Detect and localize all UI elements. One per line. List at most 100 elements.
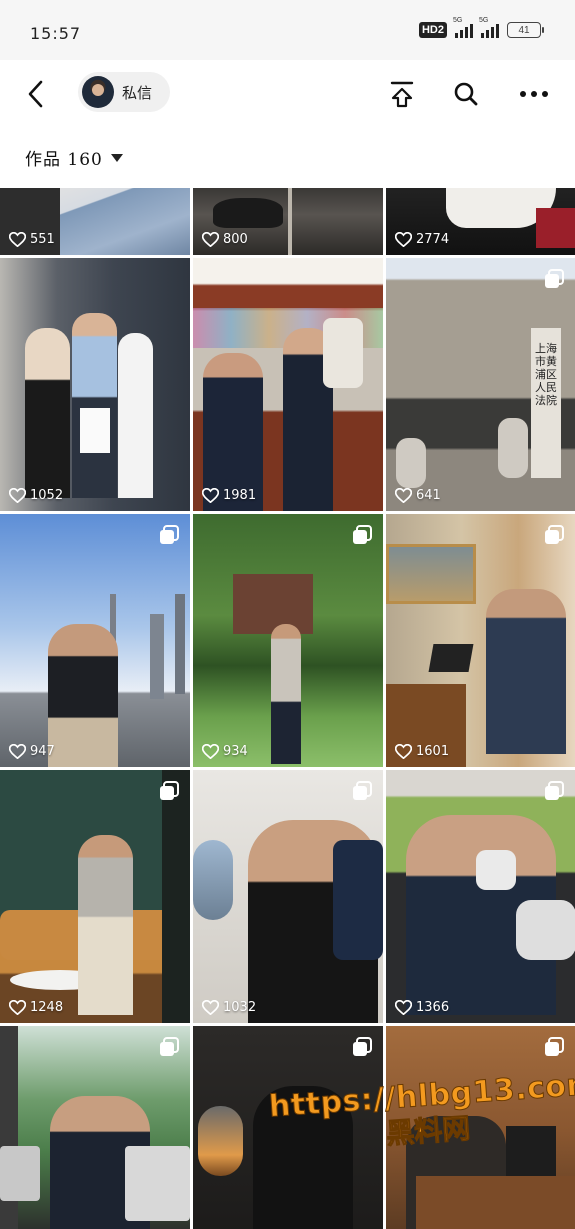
like-count-value: 934 <box>223 744 248 759</box>
more-button[interactable] <box>516 76 552 112</box>
like-count-value: 947 <box>30 744 55 759</box>
like-count-value: 800 <box>223 232 248 247</box>
post-thumbnail <box>416 1176 575 1229</box>
upload-icon <box>390 81 414 108</box>
chevron-left-icon <box>28 80 43 108</box>
post-thumbnail <box>536 208 575 248</box>
share-button[interactable] <box>384 76 420 112</box>
post-thumbnail <box>333 840 383 960</box>
works-sort-dropdown[interactable]: 作品 160 <box>25 145 123 170</box>
post-thumbnail <box>78 835 133 1015</box>
like-count: 641 <box>395 488 441 503</box>
post-thumbnail <box>476 850 516 890</box>
status-icons: HD2 5G 5G 41 <box>418 17 544 38</box>
heart-icon <box>9 1000 26 1015</box>
post-thumbnail <box>396 438 426 488</box>
like-count: 1052 <box>9 488 63 503</box>
caret-down-icon <box>110 153 123 162</box>
like-count-value: 1032 <box>223 1000 257 1015</box>
like-count: 1032 <box>202 1000 256 1015</box>
heart-icon <box>202 488 219 503</box>
post-thumbnail <box>48 624 118 767</box>
like-count-value: 2774 <box>416 232 450 247</box>
post-tile[interactable]: 551 <box>0 188 190 255</box>
multi-image-icon <box>543 524 565 546</box>
post-thumbnail <box>386 544 476 604</box>
multi-image-icon <box>158 780 180 802</box>
post-tile[interactable]: 1032 <box>193 770 383 1023</box>
back-button[interactable] <box>18 76 54 112</box>
heart-icon <box>9 488 26 503</box>
post-tile[interactable]: 1052 <box>0 258 190 511</box>
post-tile[interactable]: 1248 <box>0 770 190 1023</box>
like-count-value: 641 <box>416 488 441 503</box>
post-thumbnail <box>271 624 301 764</box>
post-thumbnail <box>323 318 363 388</box>
post-thumbnail <box>288 188 292 255</box>
post-thumbnail <box>125 1146 190 1221</box>
like-count-value: 1981 <box>223 488 257 503</box>
heart-icon <box>9 744 26 759</box>
post-thumbnail <box>175 594 185 694</box>
post-thumbnail <box>72 313 117 498</box>
post-tile[interactable]: 800 <box>193 188 383 255</box>
like-count-value: 1052 <box>30 488 64 503</box>
post-thumbnail <box>0 1146 40 1201</box>
like-count: 1248 <box>9 1000 63 1015</box>
more-horizontal-icon <box>520 91 548 97</box>
signal-icon: 5G <box>453 17 473 38</box>
works-count: 作品 160 <box>25 150 103 170</box>
private-message-button[interactable]: 私信 <box>78 72 170 112</box>
heart-icon <box>9 232 26 247</box>
post-thumbnail <box>193 840 233 920</box>
post-thumbnail <box>162 770 190 1023</box>
post-tile[interactable]: 上海市黄浦区人民法院 641 <box>386 258 575 511</box>
multi-image-icon <box>543 780 565 802</box>
like-count-value: 1248 <box>30 1000 64 1015</box>
like-count: 1981 <box>202 488 256 503</box>
post-thumbnail <box>213 198 283 228</box>
battery-icon: 41 <box>507 22 544 38</box>
post-thumbnail <box>498 418 528 478</box>
like-count-value: 551 <box>30 232 55 247</box>
like-count: 947 <box>9 744 55 759</box>
post-thumbnail <box>516 900 575 960</box>
post-tile[interactable]: 1601 <box>386 514 575 767</box>
post-thumbnail <box>233 574 313 634</box>
status-time: 15:57 <box>30 24 82 43</box>
post-thumbnail <box>428 644 474 672</box>
status-bar: 15:57 HD2 5G 5G 41 <box>0 0 575 60</box>
like-count: 800 <box>202 232 248 247</box>
heart-icon <box>395 232 412 247</box>
signal-icon: 5G <box>479 17 499 38</box>
like-count: 1366 <box>395 1000 449 1015</box>
post-thumbnail <box>486 589 566 754</box>
private-message-label: 私信 <box>122 83 153 102</box>
signal-label: 5G <box>453 17 463 24</box>
heart-icon <box>202 232 219 247</box>
multi-image-icon <box>543 268 565 290</box>
signal-label: 5G <box>479 17 489 24</box>
multi-image-icon <box>158 1036 180 1058</box>
like-count: 1601 <box>395 744 449 759</box>
like-count: 551 <box>9 232 55 247</box>
post-thumbnail <box>80 408 110 453</box>
heart-icon <box>202 744 219 759</box>
heart-icon <box>395 1000 412 1015</box>
post-tile[interactable] <box>0 1026 190 1229</box>
post-tile[interactable]: 934 <box>193 514 383 767</box>
heart-icon <box>202 1000 219 1015</box>
post-tile[interactable]: 1981 <box>193 258 383 511</box>
post-tile[interactable]: 2774 <box>386 188 575 255</box>
search-button[interactable] <box>448 76 484 112</box>
post-thumbnail <box>25 328 70 498</box>
like-count: 2774 <box>395 232 449 247</box>
hd-badge: HD2 <box>418 22 447 38</box>
post-tile[interactable]: 947 <box>0 514 190 767</box>
post-thumbnail <box>118 333 153 498</box>
post-thumbnail <box>198 1106 243 1176</box>
multi-image-icon <box>543 1036 565 1058</box>
avatar <box>82 76 114 108</box>
profile-header: 私信 <box>0 60 575 128</box>
post-tile[interactable]: 1366 <box>386 770 575 1023</box>
